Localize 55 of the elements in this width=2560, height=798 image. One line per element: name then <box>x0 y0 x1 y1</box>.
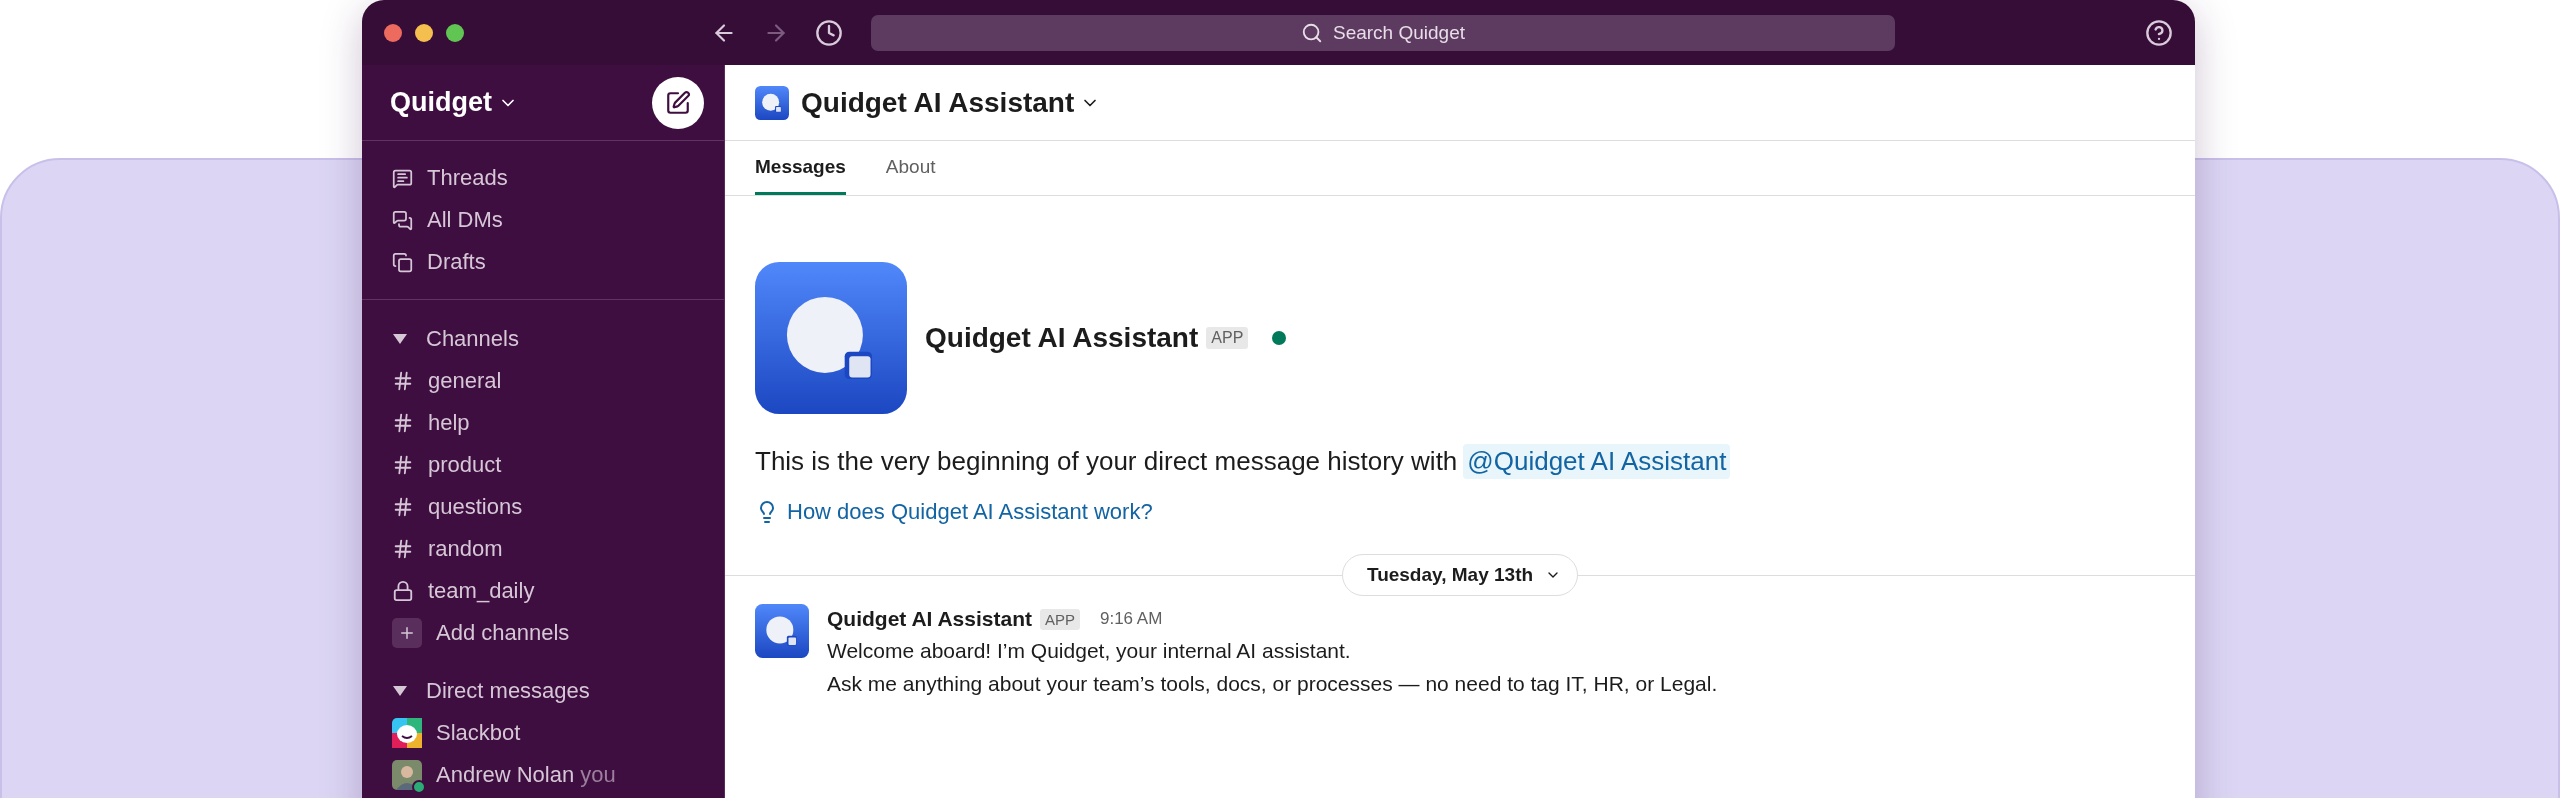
add-icon <box>392 618 422 648</box>
compose-button[interactable] <box>652 76 704 129</box>
sidebar-item[interactable]: questions <box>392 494 523 520</box>
app-name: Quidget AI Assistant <box>925 322 1199 354</box>
message-author[interactable]: Quidget AI Assistant <box>827 607 1032 631</box>
hash-icon <box>392 538 414 560</box>
sidebar-item[interactable]: help <box>392 410 470 436</box>
message-text: Ask me anything about your team’s tools, docs, or processes — no need to tag IT, HR, or Legal. <box>827 671 1718 697</box>
tab[interactable]: Messages <box>755 156 846 195</box>
caret-icon <box>392 685 408 697</box>
app-logo-icon <box>755 262 907 414</box>
sidebar-item[interactable]: All DMs <box>392 207 503 233</box>
section-header[interactable]: Direct messages <box>392 678 590 704</box>
threads-icon <box>392 167 413 189</box>
date-divider-button[interactable]: Tuesday, May 13th <box>1341 554 1579 596</box>
sidebar-item[interactable]: random <box>392 536 503 562</box>
hash-icon <box>392 496 414 518</box>
app-badge: APP <box>1206 327 1249 349</box>
sidebar-item[interactable]: Slackbot <box>392 718 521 748</box>
workspace-menu[interactable]: Quidget <box>390 87 518 118</box>
caret-icon <box>392 333 408 345</box>
app-logo-icon <box>755 604 809 658</box>
app-logo-icon <box>755 85 789 120</box>
tab[interactable]: About <box>885 156 936 195</box>
hash-icon <box>392 412 414 434</box>
conversation-title[interactable]: Quidget AI Assistant <box>801 86 1101 119</box>
lock-icon <box>392 580 414 602</box>
bot-avatar-icon <box>392 718 422 748</box>
sidebar-item[interactable]: product <box>392 452 502 478</box>
message-text: Welcome aboard! I’m Quidget, your internal AI assistant. <box>827 638 1352 664</box>
sidebar-item[interactable]: team_daily <box>392 578 535 604</box>
message-time: 9:16 AM <box>1100 609 1163 629</box>
sidebar-item[interactable]: Add channels <box>392 618 570 648</box>
user-avatar-icon <box>392 760 422 790</box>
intro-text: This is the very beginning of your direct message history with <box>755 446 1458 477</box>
zoom-window-button[interactable] <box>446 23 464 42</box>
hash-icon <box>392 454 414 476</box>
mention-link[interactable]: @Quidget AI Assistant <box>1463 444 1731 479</box>
pencil-square-icon <box>665 89 691 116</box>
sidebar-item[interactable]: Andrew Nolan you <box>392 760 616 790</box>
sidebar-item[interactable]: Threads <box>392 165 508 191</box>
help-button[interactable] <box>2145 18 2173 47</box>
close-window-button[interactable] <box>384 23 402 42</box>
sidebar-item[interactable]: general <box>392 368 502 394</box>
hash-icon <box>392 370 414 392</box>
minimize-window-button[interactable] <box>415 23 433 42</box>
section-header[interactable]: Channels <box>392 326 519 352</box>
chat-bubbles-icon <box>392 209 413 231</box>
app-badge: APP <box>1039 608 1080 630</box>
drafts-icon <box>392 251 413 273</box>
help-link[interactable]: How does Quidget AI Assistant work? <box>755 499 1153 525</box>
history-button[interactable] <box>815 18 843 47</box>
search-icon <box>1301 21 1323 44</box>
sidebar-item[interactable]: Drafts <box>392 249 486 275</box>
search-field[interactable]: Search Quidget <box>871 14 1895 51</box>
